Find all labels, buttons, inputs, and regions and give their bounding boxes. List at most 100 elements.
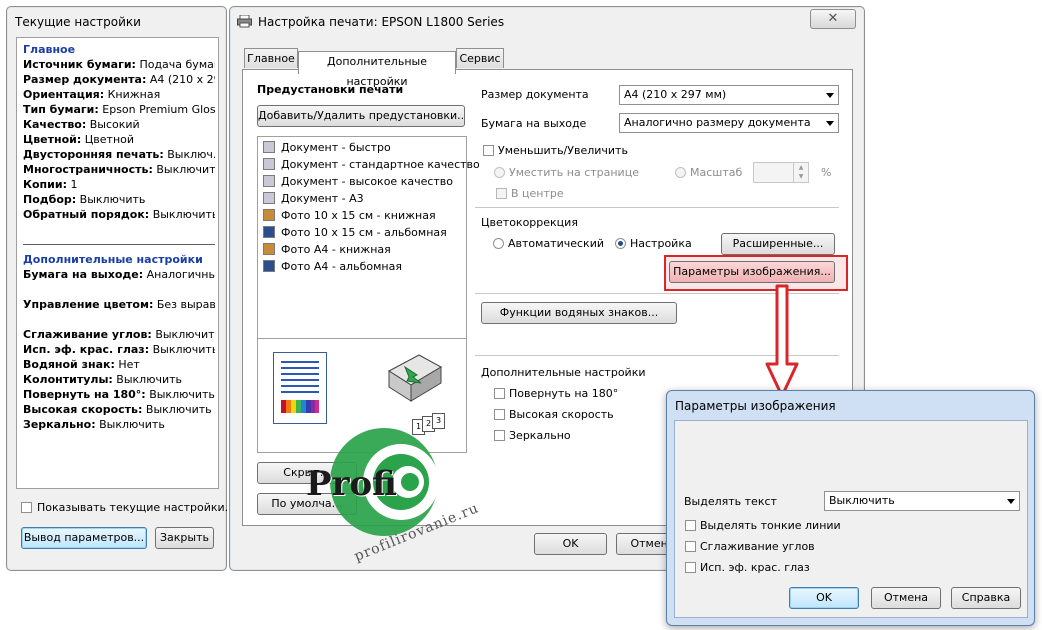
settings-row: Повернуть на 180°: Выключить [23,388,215,401]
settings-row-value: Высокий [89,118,140,131]
auto-color-label: Автоматический [508,237,604,250]
presets-list: Документ - быстро Документ - стандартное … [257,136,480,350]
settings-row-value: Книжная [107,88,161,101]
auto-color-radio[interactable] [493,238,504,249]
preset-item[interactable]: Фото А4 - альбомная [263,258,402,275]
scale-spinner[interactable]: ▲ ▼ [753,162,809,183]
settings-row-label: Сглаживание углов: [23,328,152,341]
section-divider [23,244,215,245]
watermark-functions-button[interactable]: Функции водяных знаков... [481,302,677,324]
settings-row-label: Двусторонняя печать: [23,148,164,161]
close-button[interactable]: Закрыть [155,527,214,549]
advanced-button[interactable]: Расширенные... [721,233,835,255]
doc-size-select[interactable]: A4 (210 x 297 мм) [619,85,839,105]
settings-row-label: Ориентация: [23,88,105,101]
preset-label: Фото А4 - книжная [281,243,391,256]
settings-row-value: Выключить [116,373,183,386]
settings-row-label: Качество: [23,118,87,131]
dialog-ok-button[interactable]: OK [789,587,859,609]
settings-row-value: Цветной [84,133,135,146]
chevron-down-icon [826,93,834,98]
settings-row-value: Выключить [145,403,212,416]
preset-label: Документ - быстро [281,141,391,154]
preset-label: Фото А4 - альбомная [281,260,402,273]
settings-row-value: Подача бумаг… [139,58,215,71]
thin-lines-label: Выделять тонкие линии [700,519,841,532]
dialog-help-button[interactable]: Справка [951,587,1021,609]
custom-color-label: Настройка [630,237,692,250]
output-paper-label: Бумага на выходе [481,117,587,130]
window-close-button[interactable]: ✕ [810,9,856,29]
fit-page-label: Уместить на странице [509,166,639,179]
settings-row-value: Выключить [79,193,146,206]
fit-page-radio[interactable] [494,167,505,178]
settings-row-label: Размер документа: [23,73,147,86]
scale-label: Масштаб [690,166,743,179]
dialog-content-area [675,421,1027,485]
settings-row-label: Источник бумаги: [23,58,136,71]
highlight-text-select[interactable]: Выключить [824,491,1020,511]
redeye-checkbox[interactable] [685,562,696,573]
preset-label: Документ - стандартное качество [281,158,480,171]
center-label: В центре [511,187,564,200]
output-paper-select[interactable]: Аналогично размеру документа [619,113,839,133]
settings-row-label: Подбор: [23,193,77,206]
section-main-header: Главное [23,43,76,56]
settings-row-value: Аналогичны… [146,268,215,281]
smoothing-checkbox[interactable] [685,541,696,552]
reduce-enlarge-checkbox[interactable] [483,145,494,156]
preset-item[interactable]: Документ - быстро [263,139,391,156]
settings-row-label: Многостраничность: [23,163,153,176]
tab-extra-settings[interactable]: Дополнительные настройки [298,51,456,88]
scale-radio[interactable] [675,167,686,178]
show-settings-checkbox[interactable] [21,502,32,513]
settings-row-value: 1 [70,178,78,191]
settings-row: Цветной: Цветной [23,133,134,146]
settings-row-value: Выключ… [167,148,215,161]
settings-row-value: Выключить [152,208,215,221]
tab-service[interactable]: Сервис [456,48,504,68]
thin-lines-checkbox[interactable] [685,520,696,531]
settings-row-value: Выключить [152,343,215,356]
settings-row: Двусторонняя печать: Выключ… [23,148,215,161]
rotate-checkbox[interactable] [494,388,505,399]
settings-row: Копии: 1 [23,178,77,191]
settings-row: Водяной знак: Нет [23,358,140,371]
settings-row-value: Выключить [99,418,165,431]
section-extra-header: Дополнительные настройки [23,253,203,266]
preset-item[interactable]: Фото А4 - книжная [263,241,391,258]
tab-main[interactable]: Главное [244,48,298,68]
document-icon [263,175,275,187]
center-checkbox[interactable] [496,188,507,199]
preset-item[interactable]: Документ - A3 [263,190,364,207]
chevron-down-icon [1007,499,1015,504]
settings-row-label: Копии: [23,178,67,191]
dialog-cancel-button[interactable]: Отмена [871,587,941,609]
output-paper-value: Аналогично размеру документа [624,116,811,129]
output-params-button[interactable]: Вывод параметров... [21,527,147,549]
preset-item[interactable]: Фото 10 x 15 см - альбомная [263,224,447,241]
settings-row: Тип бумаги: Epson Premium Glossy [23,103,215,116]
custom-color-radio[interactable] [615,238,626,249]
dialog-body: Выделять текст Выключить Выделять тонкие… [674,420,1028,618]
settings-row-value: A4 (210 x 29… [149,73,215,86]
smoothing-label: Сглаживание углов [700,540,815,553]
preset-label: Фото 10 x 15 см - книжная [281,209,436,222]
separator [475,207,839,208]
settings-row: Бумага на выходе: Аналогичны… [23,268,215,281]
rotate-label: Повернуть на 180° [509,387,619,400]
settings-row-label: Повернуть на 180°: [23,388,146,401]
add-remove-presets-button[interactable]: Добавить/Удалить предустановки... [257,105,465,127]
settings-row-label: Тип бумаги: [23,103,99,116]
image-params-button[interactable]: Параметры изображения... [669,261,835,283]
preset-item[interactable]: Документ - высокое качество [263,173,453,190]
settings-row: Ориентация: Книжная [23,88,160,101]
show-settings-label: Показывать текущие настройки. [37,501,229,514]
settings-row: Обратный порядок: Выключить [23,208,215,221]
printer-icon [237,14,252,28]
preset-item[interactable]: Фото 10 x 15 см - книжная [263,207,436,224]
settings-row-label: Управление цветом: [23,298,154,311]
preset-item[interactable]: Документ - стандартное качество [263,156,480,173]
ok-button[interactable]: OK [534,533,607,555]
photo-icon [263,209,275,221]
